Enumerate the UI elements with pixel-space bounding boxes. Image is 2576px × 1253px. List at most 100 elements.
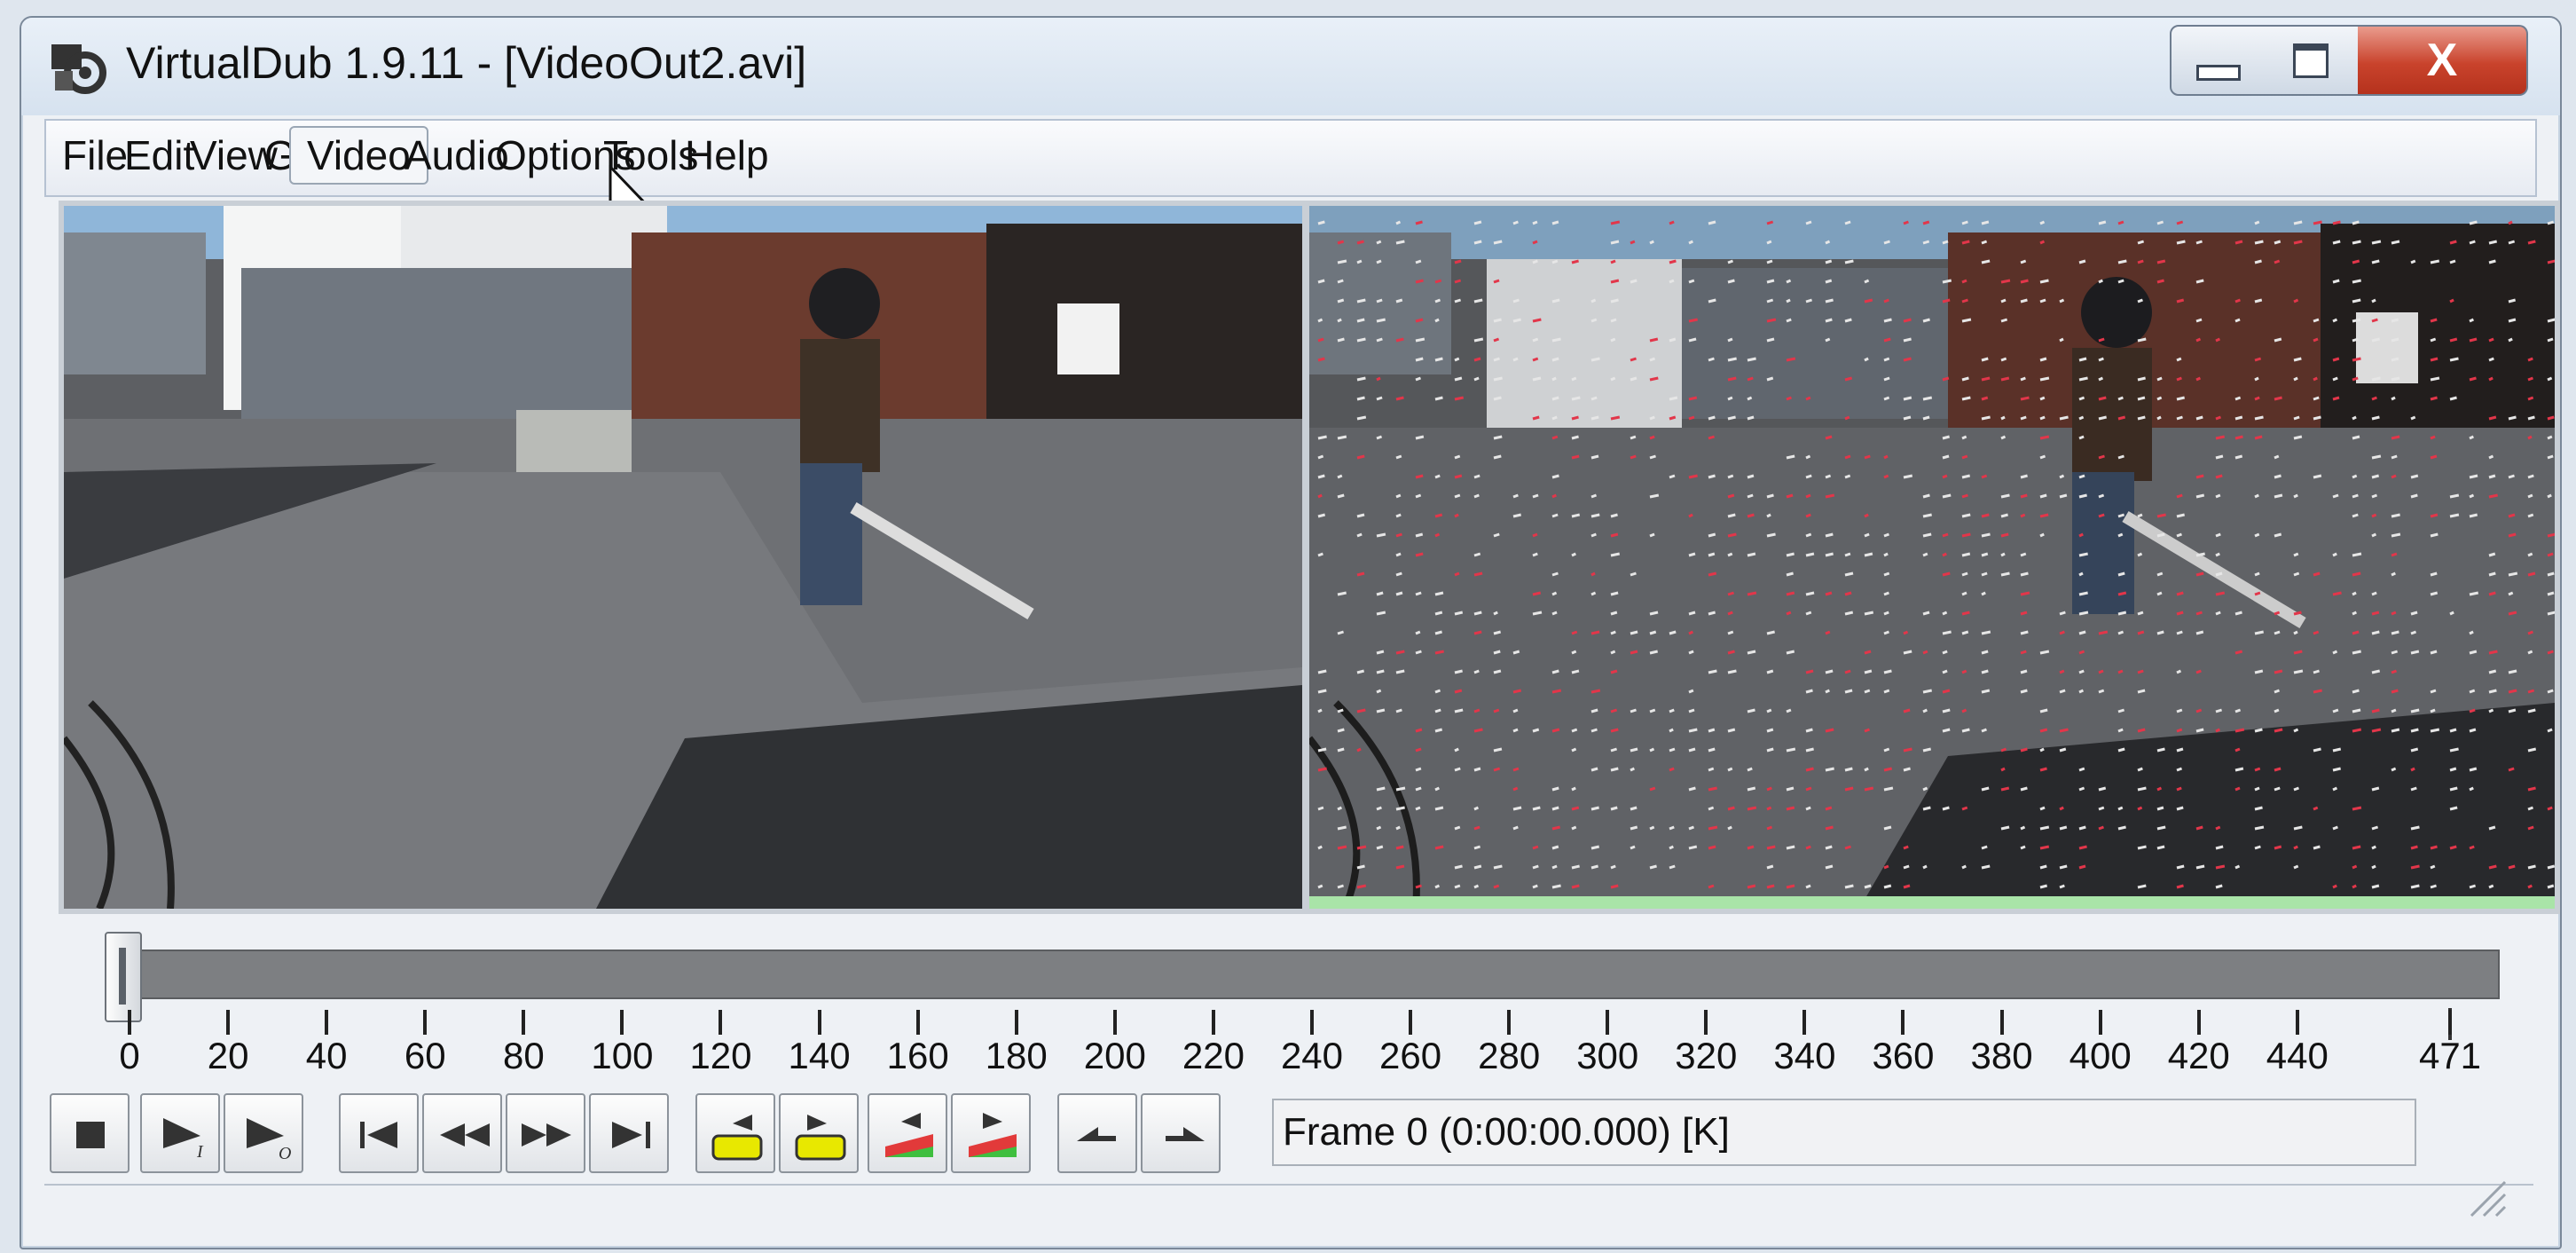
motion-vector-mark bbox=[2449, 513, 2460, 518]
motion-vector-mark bbox=[1337, 318, 1342, 323]
motion-vector-mark bbox=[2195, 611, 2203, 616]
motion-vector-mark bbox=[1825, 240, 1831, 245]
motion-vector-mark bbox=[1844, 454, 1851, 460]
motion-vector-mark bbox=[1708, 728, 1716, 733]
motion-vector-mark bbox=[1805, 747, 1814, 753]
motion-vector-mark bbox=[2059, 337, 2064, 343]
previous-keyframe-button[interactable] bbox=[422, 1093, 502, 1173]
motion-vector-mark bbox=[2039, 825, 2050, 831]
timeline-tick-label: 440 bbox=[2266, 1035, 2329, 1076]
motion-vector-mark bbox=[1571, 825, 1577, 831]
mark-out-button[interactable] bbox=[951, 1093, 1031, 1173]
motion-vector-mark bbox=[2137, 689, 2146, 694]
motion-vector-mark bbox=[1590, 845, 1600, 850]
motion-vector-mark bbox=[1669, 337, 1677, 343]
motion-vector-mark bbox=[1922, 864, 1928, 870]
go-to-start-button[interactable] bbox=[339, 1093, 419, 1173]
next-frame-button[interactable] bbox=[1141, 1093, 1221, 1173]
motion-vector-mark bbox=[2098, 630, 2109, 635]
motion-vector-mark bbox=[1473, 220, 1482, 225]
next-keyframe-button[interactable] bbox=[506, 1093, 585, 1173]
motion-vector-mark bbox=[2215, 552, 2220, 557]
motion-vector-mark bbox=[2313, 220, 2322, 225]
motion-vector-mark bbox=[2000, 767, 2006, 772]
scene-back-button[interactable] bbox=[695, 1093, 775, 1173]
motion-vector-mark bbox=[1883, 357, 1890, 362]
motion-vector-mark bbox=[2020, 376, 2026, 382]
motion-vector-mark bbox=[1473, 337, 1484, 343]
motion-vector-mark bbox=[1688, 786, 1696, 792]
motion-vector-mark bbox=[1356, 337, 1366, 343]
motion-vector-mark bbox=[1981, 864, 1991, 870]
timeline-track[interactable] bbox=[119, 950, 2500, 999]
motion-vector-mark bbox=[1395, 454, 1402, 460]
motion-vector-mark bbox=[2410, 884, 2420, 889]
motion-vector-mark bbox=[2332, 786, 2338, 792]
motion-vector-mark bbox=[1942, 279, 1952, 284]
motion-vector-mark bbox=[2469, 318, 2475, 323]
motion-vector-mark bbox=[1981, 220, 1990, 225]
motion-vector-mark bbox=[1415, 318, 1424, 323]
motion-vector-mark bbox=[2527, 708, 2536, 713]
previous-frame-button[interactable] bbox=[1057, 1093, 1137, 1173]
motion-vector-mark bbox=[1981, 591, 1986, 596]
motion-vector-mark bbox=[2293, 298, 2299, 303]
input-video-pane[interactable] bbox=[59, 201, 1308, 914]
motion-vector-mark bbox=[1766, 513, 1771, 518]
motion-vector-mark bbox=[1532, 259, 1538, 264]
motion-vector-mark bbox=[1649, 435, 1655, 440]
motion-vector-mark bbox=[1883, 825, 1892, 831]
motion-vector-mark bbox=[1825, 279, 1833, 284]
motion-vector-mark bbox=[1532, 591, 1542, 596]
motion-vector-mark bbox=[1610, 259, 1616, 264]
menu-help[interactable]: Help bbox=[669, 128, 785, 183]
motion-vector-mark bbox=[1395, 669, 1405, 674]
motion-vector-mark bbox=[1844, 786, 1854, 792]
motion-vector-mark bbox=[2078, 415, 2085, 421]
motion-vector-mark bbox=[1688, 630, 1694, 635]
motion-vector-mark bbox=[2449, 357, 2459, 362]
resize-grip-icon[interactable] bbox=[2462, 1173, 2507, 1218]
motion-vector-mark bbox=[1864, 298, 1873, 303]
motion-vector-mark bbox=[1337, 240, 1345, 245]
motion-vector-mark bbox=[1571, 747, 1577, 753]
stop-button[interactable] bbox=[50, 1093, 130, 1173]
motion-vector-mark bbox=[2527, 806, 2534, 811]
motion-vector-mark bbox=[1747, 376, 1754, 382]
motion-vector-mark bbox=[1981, 552, 1989, 557]
motion-vector-mark bbox=[2488, 552, 2496, 557]
play-output-button[interactable]: O bbox=[224, 1093, 303, 1173]
motion-vector-mark bbox=[2371, 493, 2378, 499]
motion-vector-mark bbox=[2293, 650, 2303, 655]
go-to-end-button[interactable] bbox=[589, 1093, 669, 1173]
close-button[interactable]: X bbox=[2358, 25, 2528, 96]
mark-in-button[interactable] bbox=[868, 1093, 947, 1173]
output-video-pane[interactable] bbox=[1304, 201, 2560, 914]
motion-vector-mark bbox=[2527, 357, 2533, 362]
motion-vector-mark bbox=[1473, 825, 1480, 831]
motion-vector-mark bbox=[2508, 864, 2516, 870]
motion-vector-mark bbox=[1981, 650, 1989, 655]
maximize-button[interactable] bbox=[2264, 25, 2360, 96]
motion-vector-mark bbox=[2430, 357, 2439, 362]
motion-vector-mark bbox=[1473, 376, 1480, 382]
motion-vector-mark bbox=[2332, 552, 2337, 557]
title-bar[interactable]: VirtualDub 1.9.11 - [VideoOut2.avi] X bbox=[21, 18, 2560, 115]
play-input-button[interactable]: I bbox=[140, 1093, 220, 1173]
motion-vector-mark bbox=[1669, 630, 1677, 635]
motion-vector-mark bbox=[2176, 708, 2183, 713]
motion-vector-mark bbox=[1590, 708, 1598, 713]
motion-vector-mark bbox=[1669, 728, 1674, 733]
motion-vector-mark bbox=[2293, 845, 2298, 850]
motion-vector-mark bbox=[1356, 298, 1366, 303]
motion-vector-mark bbox=[2410, 630, 2417, 635]
motion-vector-mark bbox=[1317, 708, 1323, 713]
motion-vector-mark bbox=[1551, 669, 1559, 674]
minimize-button[interactable] bbox=[2170, 25, 2267, 96]
motion-vector-mark bbox=[1961, 728, 1970, 733]
motion-vector-mark bbox=[1981, 571, 1988, 577]
scene-forward-button[interactable] bbox=[779, 1093, 859, 1173]
motion-vector-mark bbox=[2156, 845, 2165, 850]
motion-vector-mark bbox=[2293, 864, 2299, 870]
motion-vector-mark bbox=[2527, 689, 2535, 694]
